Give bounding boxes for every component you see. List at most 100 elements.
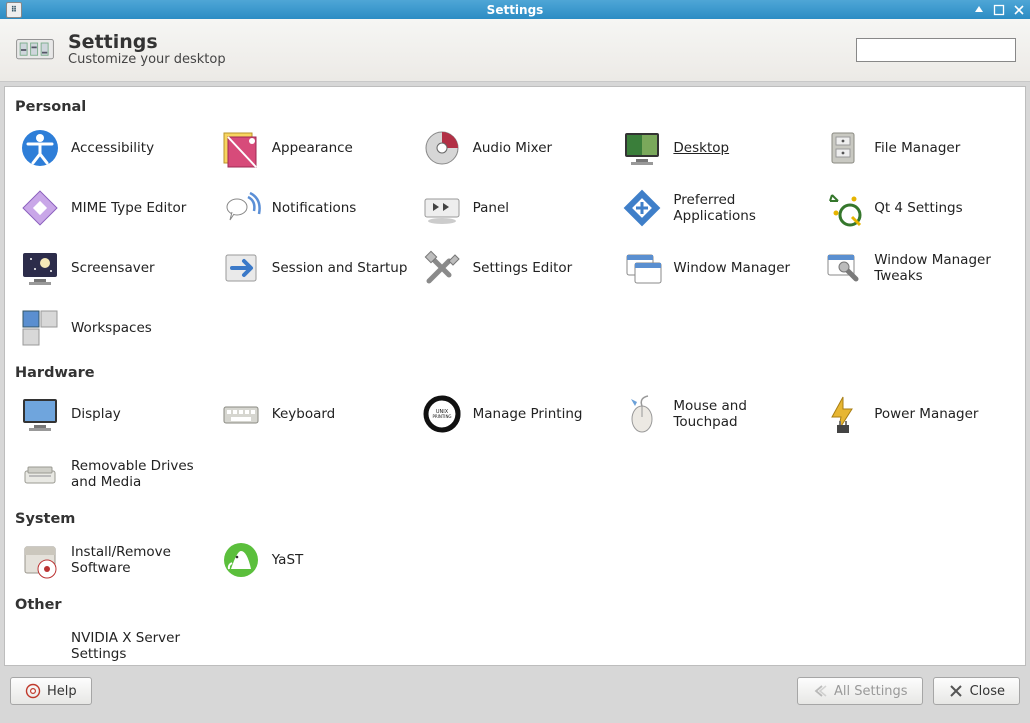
settings-item-label: Manage Printing [473, 406, 583, 422]
settings-item-label: Screensaver [71, 260, 155, 276]
all-settings-label: All Settings [834, 684, 908, 699]
settings-item-label: Workspaces [71, 320, 152, 336]
settings-item-power-manager[interactable]: Power Manager [818, 387, 1015, 441]
app-icon: ⠿ [6, 2, 22, 18]
settings-item-appearance[interactable]: Appearance [216, 121, 413, 175]
notifications-icon [220, 187, 262, 229]
settings-header-icon [14, 29, 56, 71]
settings-item-label: Power Manager [874, 406, 978, 422]
search-box[interactable] [856, 38, 1016, 62]
display-icon [19, 393, 61, 435]
settings-item-manage-printing[interactable]: Manage Printing [417, 387, 614, 441]
wm-tweaks-icon [822, 247, 864, 289]
settings-item-desktop[interactable]: Desktop [617, 121, 814, 175]
software-icon [19, 539, 61, 581]
settings-item-label: YaST [272, 552, 303, 568]
settings-item-file-manager[interactable]: File Manager [818, 121, 1015, 175]
section-grid: Install/Remove Software YaST [15, 533, 1015, 587]
settings-item-keyboard[interactable]: Keyboard [216, 387, 413, 441]
all-settings-button: All Settings [797, 677, 923, 705]
window-controls [972, 0, 1026, 19]
audio-mixer-icon [421, 127, 463, 169]
yast-icon [220, 539, 262, 581]
section-title: Hardware [15, 365, 1015, 381]
settings-item-accessibility[interactable]: Accessibility [15, 121, 212, 175]
settings-item-window-manager-tweaks[interactable]: Window Manager Tweaks [818, 241, 1015, 295]
settings-item-label: Keyboard [272, 406, 335, 422]
settings-item-label: Install/Remove Software [71, 544, 171, 576]
settings-item-label: Session and Startup [272, 260, 408, 276]
settings-item-screensaver[interactable]: Screensaver [15, 241, 212, 295]
settings-item-session-and-startup[interactable]: Session and Startup [216, 241, 413, 295]
settings-item-mime-type-editor[interactable]: MIME Type Editor [15, 181, 212, 235]
settings-item-preferred-applications[interactable]: Preferred Applications [617, 181, 814, 235]
mouse-icon [621, 393, 663, 435]
preferred-apps-icon [621, 187, 663, 229]
settings-item-panel[interactable]: Panel [417, 181, 614, 235]
close-app-button[interactable]: Close [933, 677, 1020, 705]
section-title: System [15, 511, 1015, 527]
settings-item-label: Window Manager Tweaks [874, 252, 991, 284]
removable-icon [19, 453, 61, 495]
settings-item-label: Window Manager [673, 260, 790, 276]
appearance-icon [220, 127, 262, 169]
settings-item-label: File Manager [874, 140, 960, 156]
settings-item-workspaces[interactable]: Workspaces [15, 301, 212, 355]
settings-item-nvidia-x-server-settings[interactable]: NVIDIA X Server Settings [15, 619, 212, 666]
desktop-icon [621, 127, 663, 169]
page-title: Settings [68, 33, 226, 53]
qt4-icon [822, 187, 864, 229]
settings-item-yast[interactable]: YaST [216, 533, 413, 587]
settings-item-install-remove-software[interactable]: Install/Remove Software [15, 533, 212, 587]
settings-item-window-manager[interactable]: Window Manager [617, 241, 814, 295]
section-title: Other [15, 597, 1015, 613]
window-title: Settings [0, 3, 1030, 17]
session-icon [220, 247, 262, 289]
file-manager-icon [822, 127, 864, 169]
settings-item-label: Desktop [673, 140, 729, 156]
settings-item-label: Qt 4 Settings [874, 200, 962, 216]
settings-item-mouse-and-touchpad[interactable]: Mouse and Touchpad [617, 387, 814, 441]
settings-item-display[interactable]: Display [15, 387, 212, 441]
panel-icon [421, 187, 463, 229]
page-subtitle: Customize your desktop [68, 52, 226, 67]
settings-item-label: Audio Mixer [473, 140, 553, 156]
settings-item-audio-mixer[interactable]: Audio Mixer [417, 121, 614, 175]
settings-item-label: Notifications [272, 200, 357, 216]
settings-item-label: NVIDIA X Server Settings [71, 630, 180, 662]
settings-item-label: Removable Drives and Media [71, 458, 194, 490]
section-grid: Display Keyboard Manage Printing Mouse and … [15, 387, 1015, 501]
settings-item-label: Settings Editor [473, 260, 573, 276]
settings-content: Personal AccessibilityAppearance Audio Mix… [4, 86, 1026, 666]
search-input[interactable] [861, 40, 1030, 60]
close-button[interactable] [1012, 3, 1026, 17]
page-header: Settings Customize your desktop [0, 19, 1030, 82]
rollup-button[interactable] [972, 3, 986, 17]
maximize-button[interactable] [992, 3, 1006, 17]
close-label: Close [970, 684, 1005, 699]
section-title: Personal [15, 99, 1015, 115]
header-text: Settings Customize your desktop [68, 33, 226, 68]
settings-item-settings-editor[interactable]: Settings Editor [417, 241, 614, 295]
footer-bar: Help All Settings Close [0, 670, 1030, 712]
power-icon [822, 393, 864, 435]
mime-editor-icon [19, 187, 61, 229]
settings-item-removable-drives-and-media[interactable]: Removable Drives and Media [15, 447, 212, 501]
workspaces-icon [19, 307, 61, 349]
settings-item-label: MIME Type Editor [71, 200, 186, 216]
help-button[interactable]: Help [10, 677, 92, 705]
section-grid: NVIDIA X Server Settings [15, 619, 1015, 666]
settings-item-label: Mouse and Touchpad [673, 398, 747, 430]
settings-item-qt-4-settings[interactable]: Qt 4 Settings [818, 181, 1015, 235]
settings-editor-icon [421, 247, 463, 289]
settings-item-label: Panel [473, 200, 509, 216]
help-button-label: Help [47, 684, 77, 699]
none-icon [19, 625, 61, 666]
keyboard-icon [220, 393, 262, 435]
window-manager-icon [621, 247, 663, 289]
settings-item-label: Display [71, 406, 121, 422]
settings-item-notifications[interactable]: Notifications [216, 181, 413, 235]
accessibility-icon [19, 127, 61, 169]
settings-item-label: Preferred Applications [673, 192, 755, 224]
window-titlebar: ⠿ Settings [0, 0, 1030, 19]
